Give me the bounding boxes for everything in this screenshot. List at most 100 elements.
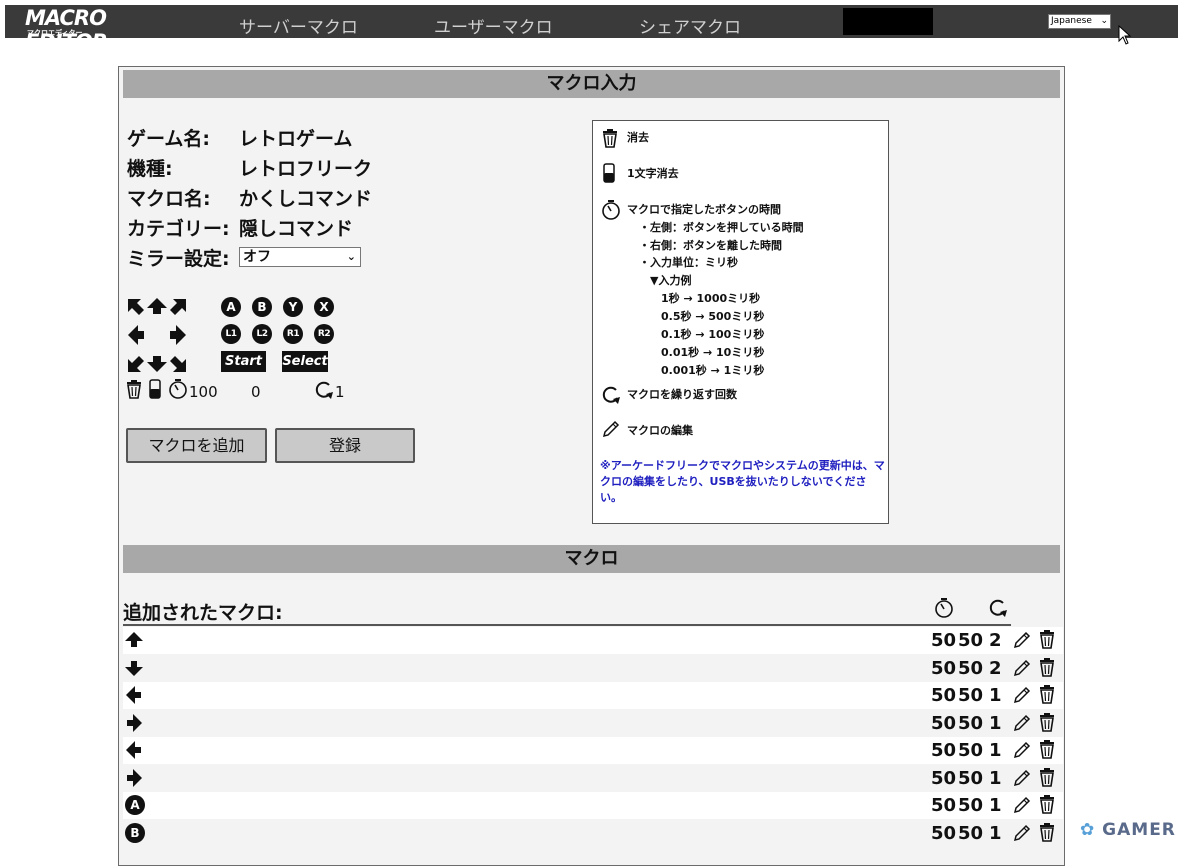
hold-time-value[interactable]: 100: [189, 383, 218, 401]
press-time: 50: [931, 822, 957, 844]
game-name-value: レトロゲーム: [239, 128, 353, 150]
edit-pencil-icon[interactable]: [1012, 795, 1032, 815]
edit-pencil-icon[interactable]: [1012, 740, 1032, 760]
gamer-logo-icon: ✿: [1080, 820, 1096, 840]
button-start[interactable]: Start: [221, 351, 266, 372]
register-button[interactable]: 登録: [275, 428, 415, 463]
button-r2[interactable]: R2: [314, 324, 334, 344]
press-time: 50: [931, 712, 957, 734]
repeat-count: 1: [989, 685, 1002, 706]
press-time: 50: [931, 685, 957, 706]
button-x[interactable]: X: [314, 297, 334, 317]
category-value: 隠しコマンド: [239, 218, 354, 240]
nav-user-macro[interactable]: ユーザーマクロ: [434, 13, 553, 38]
delete-trash-icon[interactable]: [1038, 684, 1056, 704]
delete-trash-icon[interactable]: [1038, 739, 1056, 759]
press-time: 50: [931, 657, 957, 679]
delete-trash-icon[interactable]: [1038, 712, 1056, 732]
edit-pencil-icon[interactable]: [1012, 658, 1032, 678]
edit-pencil-icon[interactable]: [1012, 685, 1032, 705]
arrow-left-icon: [126, 741, 141, 759]
added-macros-title: 追加されたマクロ:: [123, 602, 283, 624]
button-l2[interactable]: L2: [252, 324, 272, 344]
button-y[interactable]: Y: [283, 297, 303, 317]
arrow-up-icon: [147, 298, 167, 314]
nav-server-macro[interactable]: サーバーマクロ: [239, 13, 358, 38]
arrow-down-left-icon: [128, 356, 144, 372]
macro-row: 50 50 1: [123, 709, 1063, 737]
edit-pencil-icon[interactable]: [1012, 713, 1032, 733]
button-l1[interactable]: L1: [221, 324, 241, 344]
delete-trash-icon[interactable]: [1038, 794, 1056, 814]
edit-pencil-icon[interactable]: [1012, 630, 1032, 650]
face-buttons: A B Y X L1 L2 R1 R2 Start Select: [221, 297, 336, 372]
help-example-item: 0.1秒 → 100ミリ秒: [661, 328, 765, 341]
press-time: 50: [931, 740, 957, 761]
help-repeat: マクロを繰り返す回数: [627, 388, 737, 401]
direction-arrows-icon: [128, 298, 186, 372]
help-example-item: 0.5秒 → 500ミリ秒: [661, 310, 765, 323]
help-example-item: 1秒 → 1000ミリ秒: [661, 292, 761, 305]
model-value: レトロフリーク: [239, 158, 373, 180]
repeat-icon: [315, 381, 333, 399]
game-name-label: ゲーム名:: [127, 128, 211, 150]
direction-pad: [127, 298, 187, 373]
chevron-down-icon: ⌄: [346, 250, 356, 263]
delete-trash-icon[interactable]: [1038, 767, 1056, 787]
top-navigation-bar: MACRO EDITOR マクロエディター サーバーマクロ ユーザーマクロ シェ…: [5, 5, 1178, 54]
repeat-count: 1: [989, 712, 1002, 734]
repeat-count: 2: [989, 657, 1002, 679]
help-example-item: 0.001秒 → 1ミリ秒: [661, 364, 765, 377]
help-warning-note: ※アーケードフリークでマクロやシステムの更新中は、マクロの編集をしたり、USBを…: [600, 459, 885, 504]
release-time: 50: [958, 657, 984, 679]
stopwatch-icon: [935, 598, 953, 618]
arrow-up-icon: [125, 632, 143, 647]
add-macro-button[interactable]: マクロを追加: [126, 428, 267, 463]
help-delete-char: 1文字消去: [627, 167, 679, 180]
language-select[interactable]: Japanese ⌄: [1048, 14, 1111, 29]
arrow-down-icon: [147, 356, 167, 372]
pencil-icon: [602, 420, 620, 438]
arrow-up-left-icon: [128, 299, 144, 315]
repeat-count: 1: [989, 822, 1002, 844]
release-time: 50: [958, 685, 984, 706]
language-value: Japanese: [1051, 16, 1092, 26]
arrow-down-right-icon: [170, 356, 186, 372]
list-divider: [123, 624, 1011, 626]
release-time-value[interactable]: 0: [251, 383, 261, 401]
button-a[interactable]: A: [221, 297, 241, 317]
help-legend-box: 消去 1文字消去 マクロで指定したボタンの時間 ・左側：ボタンを押している時間 …: [592, 120, 889, 524]
release-time: 50: [958, 740, 984, 761]
help-unit: ・入力単位：ミリ秒: [639, 256, 738, 269]
button-r1[interactable]: R1: [283, 324, 303, 344]
trash-icon[interactable]: [125, 379, 143, 399]
mirror-select[interactable]: オフ ⌄: [239, 247, 361, 267]
edit-pencil-icon[interactable]: [1012, 768, 1032, 788]
stopwatch-icon: [169, 379, 187, 399]
button-b[interactable]: B: [252, 297, 272, 317]
help-example-title: ▼入力例: [650, 274, 692, 287]
backspace-icon[interactable]: [149, 379, 161, 399]
delete-trash-icon[interactable]: [1038, 657, 1056, 677]
help-delete: 消去: [627, 131, 649, 144]
delete-trash-icon[interactable]: [1038, 822, 1056, 842]
repeat-count: 1: [989, 795, 1002, 816]
help-left-side: ・左側：ボタンを押している時間: [639, 221, 804, 234]
button-a-icon: A: [125, 795, 145, 815]
nav-share-macro[interactable]: シェアマクロ: [639, 13, 741, 38]
macro-editor-logo[interactable]: MACRO EDITOR マクロエディター: [25, 6, 185, 54]
repeat-count-value[interactable]: 1: [335, 383, 345, 401]
macro-row: 50 50 1: [123, 764, 1063, 792]
repeat-count: 1: [989, 767, 1002, 789]
help-right-side: ・右側：ボタンを離した時間: [639, 239, 782, 252]
logo-subtext: マクロエディター: [27, 29, 83, 37]
button-select[interactable]: Select: [282, 351, 328, 372]
edit-pencil-icon[interactable]: [1012, 823, 1032, 843]
arrow-up-right-icon: [170, 299, 186, 315]
input-section-title: マクロ入力: [123, 70, 1060, 98]
macro-row: 50 50 2: [123, 627, 1063, 654]
category-label: カテゴリー:: [127, 218, 230, 240]
arrow-down-icon: [125, 660, 143, 676]
macro-name-label: マクロ名:: [127, 188, 211, 210]
delete-trash-icon[interactable]: [1038, 629, 1056, 649]
